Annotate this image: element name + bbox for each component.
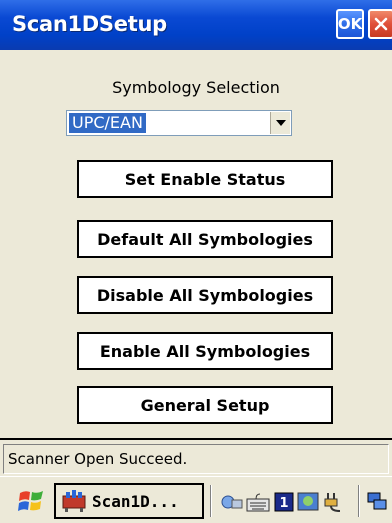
title-bar: Scan1DSetup OK — [0, 0, 392, 50]
system-tray: 1 — [210, 481, 392, 521]
main-content: Symbology Selection UPC/EAN Set Enable S… — [0, 50, 392, 438]
status-bar: Scanner Open Succeed. — [0, 438, 392, 476]
taskbar: Scan1D... 1 — [0, 476, 392, 523]
chevron-down-icon — [275, 120, 286, 126]
status-text: Scanner Open Succeed. — [3, 444, 389, 474]
window-title: Scan1DSetup — [12, 12, 167, 36]
tray-separator — [210, 485, 212, 517]
tray-separator — [358, 485, 360, 517]
windows-flag-icon — [18, 491, 43, 511]
symbology-selection-label: Symbology Selection — [112, 78, 280, 97]
set-enable-status-button[interactable]: Set Enable Status — [77, 160, 333, 198]
start-button[interactable] — [16, 487, 46, 515]
disable-all-symbologies-button[interactable]: Disable All Symbologies — [77, 276, 333, 314]
input-panel-1-icon[interactable]: 1 — [272, 491, 296, 513]
display-icon[interactable] — [296, 491, 320, 513]
dropdown-arrow-button[interactable] — [270, 112, 290, 134]
general-setup-button[interactable]: General Setup — [77, 386, 333, 424]
windows-switch-icon[interactable] — [366, 491, 390, 513]
taskbar-item-scan1d[interactable]: Scan1D... — [54, 483, 204, 519]
default-all-symbologies-button[interactable]: Default All Symbologies — [77, 220, 333, 258]
network-icon[interactable] — [220, 491, 244, 513]
power-plug-icon[interactable] — [322, 491, 346, 513]
keyboard-icon[interactable] — [246, 491, 270, 513]
close-icon — [374, 17, 388, 31]
svg-text:1: 1 — [279, 496, 288, 511]
taskbar-item-label: Scan1D... — [92, 491, 179, 511]
ok-button[interactable]: OK — [336, 9, 364, 39]
scanner-app-icon — [62, 490, 86, 512]
symbology-selected-value: UPC/EAN — [69, 113, 146, 133]
close-button[interactable] — [368, 9, 392, 39]
enable-all-symbologies-button[interactable]: Enable All Symbologies — [77, 332, 333, 370]
symbology-dropdown[interactable]: UPC/EAN — [66, 110, 292, 136]
